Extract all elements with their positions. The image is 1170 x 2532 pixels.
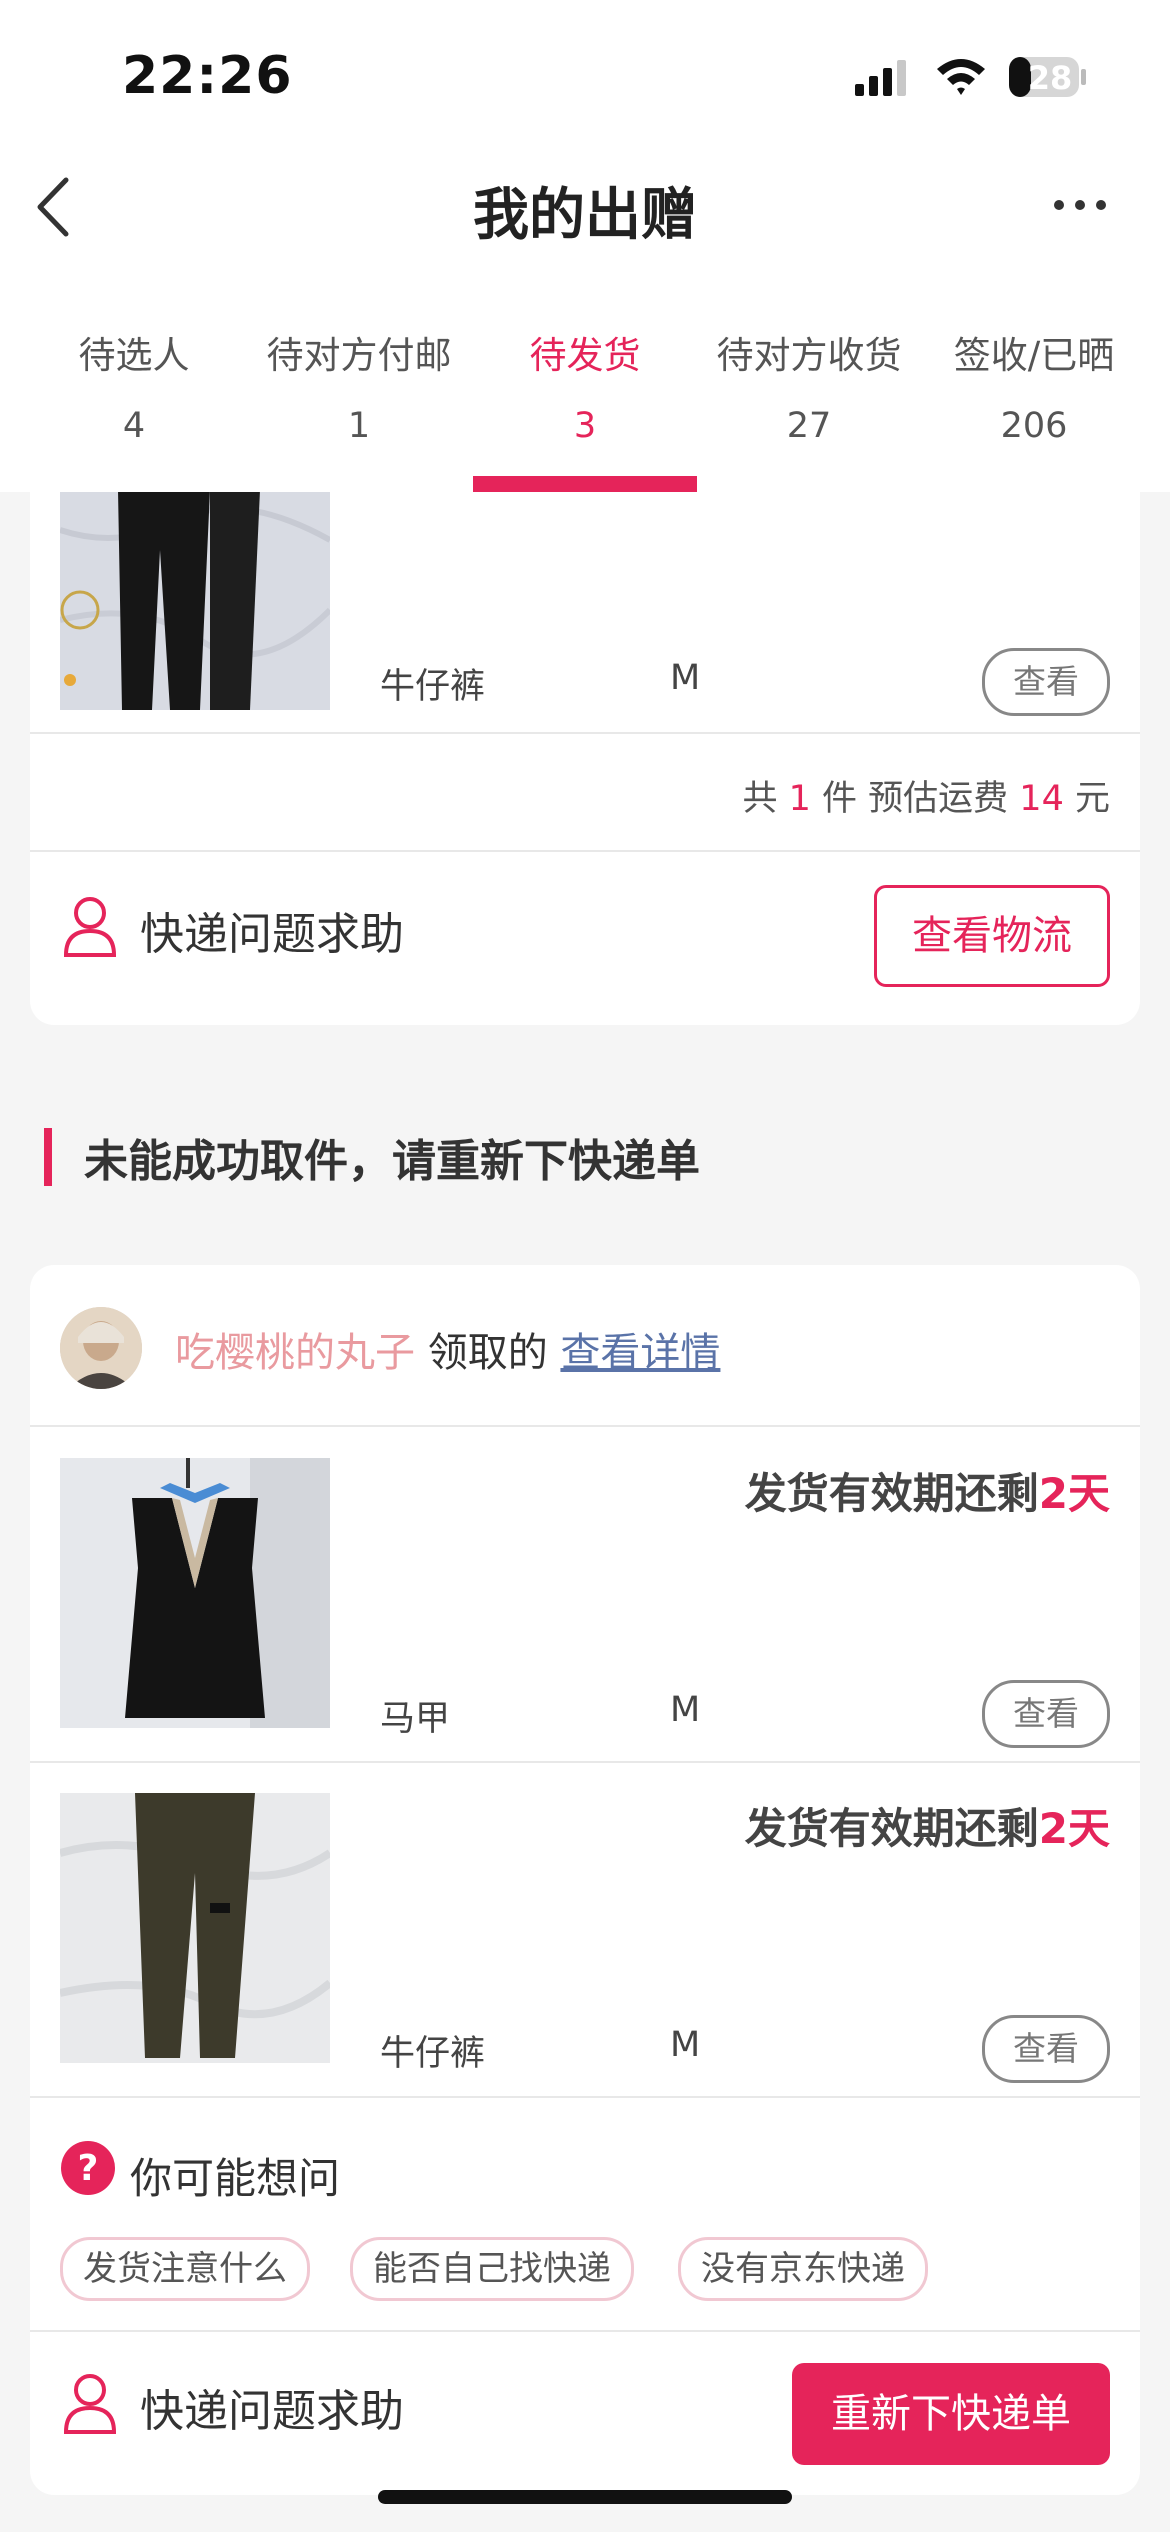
battery-icon: 28 — [1008, 55, 1088, 99]
item-size: M — [670, 1690, 701, 1730]
signal-icon — [855, 58, 915, 98]
shipping-fee: 14 — [1019, 779, 1064, 819]
shipping-summary: 共 1 件 预估运费 14 元 — [742, 779, 1110, 819]
faq-chip[interactable]: 发货注意什么 — [60, 2237, 310, 2301]
tab-pending-shipment[interactable]: 待发货 3 — [473, 325, 697, 446]
question-icon: ? — [60, 2140, 116, 2196]
faq-title: 你可能想问 — [130, 2154, 341, 2203]
wifi-icon — [935, 55, 987, 99]
user-icon — [62, 895, 118, 957]
faq-chip[interactable]: 没有京东快递 — [678, 2237, 928, 2301]
faq-chip[interactable]: 能否自己找快递 — [350, 2237, 634, 2301]
item-name: 牛仔裤 — [380, 667, 486, 707]
divider — [30, 1425, 1140, 1427]
item-size: M — [670, 658, 701, 698]
claim-info: 吃樱桃的丸子 领取的 查看详情 — [175, 1330, 721, 1376]
view-item-button[interactable]: 查看 — [982, 648, 1110, 716]
battery-level: 28 — [1027, 59, 1073, 97]
shipping-card-2: 吃樱桃的丸子 领取的 查看详情 发货有效期还剩2天 马甲 M 查看 发货有效期还… — [30, 1265, 1140, 2495]
section-title: 未能成功取件，请重新下快递单 — [84, 1136, 700, 1187]
page-title: 我的出赠 — [473, 183, 697, 248]
view-item-button[interactable]: 查看 — [982, 2015, 1110, 2083]
deadline-text: 发货有效期还剩2天 — [744, 1469, 1110, 1518]
header: 22:26 28 我的出赠 待选人 4 待对方付邮 1 待发货 3 待对方收货 … — [0, 0, 1170, 492]
shipping-card-1: 牛仔裤 M 查看 共 1 件 预估运费 14 元 快递问题求助 查看物流 — [30, 440, 1140, 1025]
item-thumbnail[interactable] — [60, 490, 330, 710]
courier-help-link[interactable]: 快递问题求助 — [140, 898, 404, 962]
tab-pending-postage[interactable]: 待对方付邮 1 — [247, 325, 471, 446]
courier-help-link[interactable]: 快递问题求助 — [140, 2375, 404, 2439]
svg-text:?: ? — [78, 2148, 99, 2189]
view-logistics-button[interactable]: 查看物流 — [874, 885, 1110, 987]
status-bar: 22:26 28 — [0, 0, 1170, 150]
divider — [30, 2330, 1140, 2332]
item-name: 马甲 — [380, 1699, 451, 1739]
active-tab-indicator — [473, 476, 697, 492]
item-name: 牛仔裤 — [380, 2034, 486, 2074]
home-indicator — [378, 2490, 792, 2504]
item-count: 1 — [788, 779, 811, 819]
item-size: M — [670, 2025, 701, 2065]
view-item-button[interactable]: 查看 — [982, 1680, 1110, 1748]
divider — [30, 850, 1140, 852]
reorder-courier-button[interactable]: 重新下快递单 — [792, 2363, 1110, 2465]
section-marker — [44, 1128, 52, 1186]
tab-pending-selection[interactable]: 待选人 4 — [22, 325, 246, 446]
username[interactable]: 吃樱桃的丸子 — [175, 1330, 415, 1376]
tab-received[interactable]: 签收/已晒 206 — [922, 325, 1146, 446]
deadline-text: 发货有效期还剩2天 — [744, 1804, 1110, 1853]
user-icon — [62, 2372, 118, 2434]
divider — [30, 732, 1140, 734]
tab-pending-receipt[interactable]: 待对方收货 27 — [697, 325, 921, 446]
view-details-link[interactable]: 查看详情 — [560, 1330, 720, 1376]
divider — [30, 2096, 1140, 2098]
divider — [30, 1761, 1140, 1763]
avatar[interactable] — [60, 1307, 142, 1389]
item-thumbnail[interactable] — [60, 1458, 330, 1728]
more-icon[interactable] — [1052, 195, 1108, 215]
status-time: 22:26 — [122, 46, 293, 106]
item-thumbnail[interactable] — [58, 1793, 333, 2063]
